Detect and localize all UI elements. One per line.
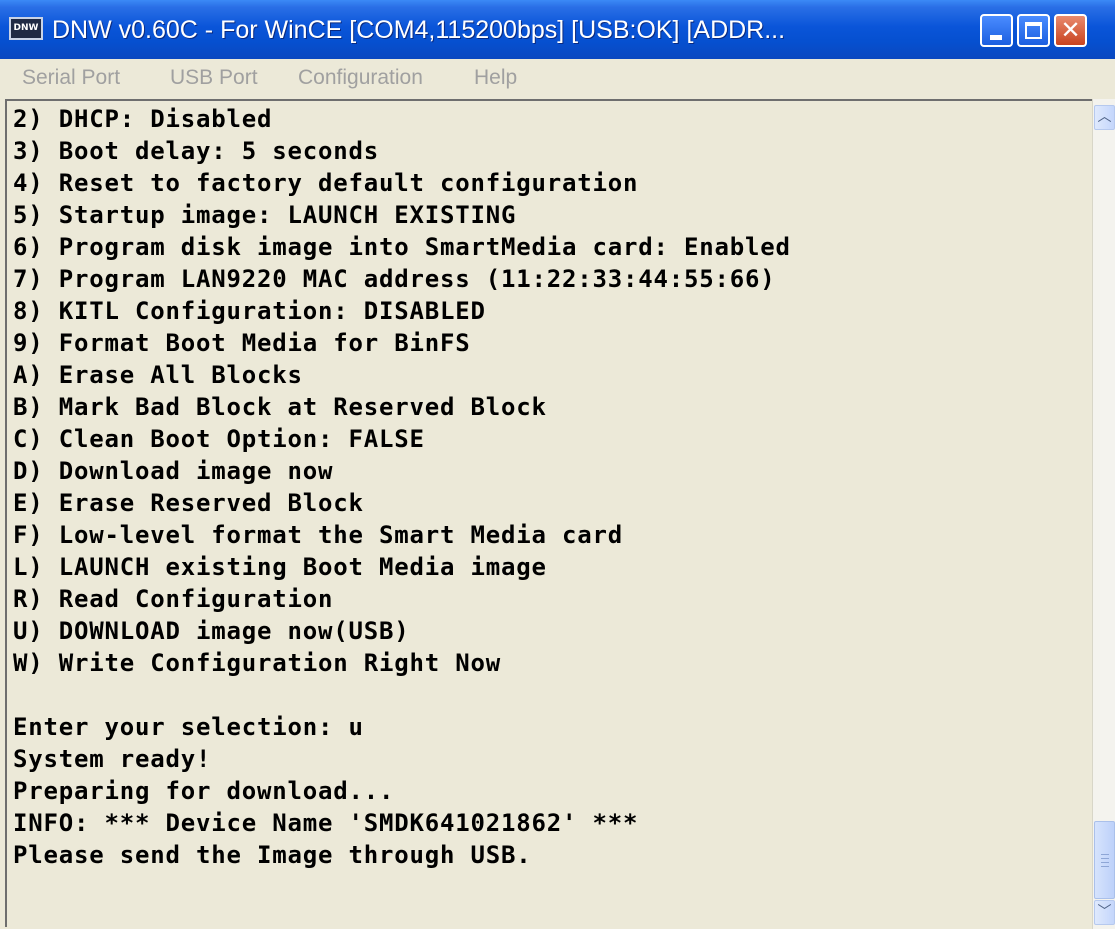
maximize-icon: [1025, 22, 1042, 39]
terminal-line: F) Low-level format the Smart Media card: [13, 521, 623, 549]
terminal-line: E) Erase Reserved Block: [13, 489, 364, 517]
terminal-line: 7) Program LAN9220 MAC address (11:22:33…: [13, 265, 776, 293]
terminal-line: Enter your selection: u: [13, 713, 364, 741]
menu-configuration[interactable]: Configuration: [298, 59, 423, 97]
terminal-line: R) Read Configuration: [13, 585, 334, 613]
scroll-up-arrow-icon: ︿: [1097, 109, 1112, 125]
grip-line: [1101, 858, 1109, 859]
scroll-thumb[interactable]: [1094, 821, 1115, 899]
terminal-line: U) DOWNLOAD image now(USB): [13, 617, 410, 645]
grip-line: [1101, 866, 1109, 867]
app-icon[interactable]: DNW: [9, 17, 43, 40]
terminal-line: 9) Format Boot Media for BinFS: [13, 329, 471, 357]
title-bar[interactable]: DNW DNW v0.60C - For WinCE [COM4,115200b…: [0, 0, 1115, 59]
close-button[interactable]: ✕: [1054, 14, 1087, 47]
terminal-line: B) Mark Bad Block at Reserved Block: [13, 393, 547, 421]
terminal-line: System ready!: [13, 745, 212, 773]
terminal-line: 3) Boot delay: 5 seconds: [13, 137, 379, 165]
minimize-button[interactable]: [980, 14, 1013, 47]
terminal-line: L) LAUNCH existing Boot Media image: [13, 553, 547, 581]
menu-bar: Serial Port USB Port Configuration Help: [0, 59, 1115, 97]
terminal-line: 4) Reset to factory default configuratio…: [13, 169, 639, 197]
terminal-line: Preparing for download...: [13, 777, 395, 805]
terminal-line: D) Download image now: [13, 457, 334, 485]
terminal-lines: 2) DHCP: Disabled 3) Boot delay: 5 second…: [13, 105, 791, 873]
menu-usb-port[interactable]: USB Port: [170, 59, 258, 97]
scroll-up-button[interactable]: ︿: [1094, 105, 1115, 130]
terminal-line: A) Erase All Blocks: [13, 361, 303, 389]
grip-line: [1101, 854, 1109, 855]
terminal-line: W) Write Configuration Right Now: [13, 649, 501, 677]
grip-line: [1101, 862, 1109, 863]
dnw-window: DNW DNW v0.60C - For WinCE [COM4,115200b…: [0, 0, 1115, 929]
terminal-output[interactable]: 2) DHCP: Disabled 3) Boot delay: 5 second…: [5, 99, 1092, 927]
scroll-down-button[interactable]: ﹀: [1094, 900, 1115, 925]
vertical-scrollbar[interactable]: ︿ ﹀: [1092, 99, 1115, 929]
terminal-line: INFO: *** Device Name 'SMDK641021862' **…: [13, 809, 639, 837]
terminal-line: 5) Startup image: LAUNCH EXISTING: [13, 201, 517, 229]
terminal-line: 8) KITL Configuration: DISABLED: [13, 297, 486, 325]
terminal-line: C) Clean Boot Option: FALSE: [13, 425, 425, 453]
terminal-line: Please send the Image through USB.: [13, 841, 532, 869]
menu-serial-port[interactable]: Serial Port: [22, 59, 120, 97]
terminal-line: 2) DHCP: Disabled: [13, 105, 273, 133]
menu-help[interactable]: Help: [474, 59, 517, 97]
window-title: DNW v0.60C - For WinCE [COM4,115200bps] …: [52, 16, 786, 44]
maximize-button[interactable]: [1017, 14, 1050, 47]
scroll-down-arrow-icon: ﹀: [1097, 904, 1112, 920]
terminal-line: 6) Program disk image into SmartMedia ca…: [13, 233, 791, 261]
minimize-icon: [990, 35, 1002, 40]
close-icon: ✕: [1060, 16, 1081, 44]
